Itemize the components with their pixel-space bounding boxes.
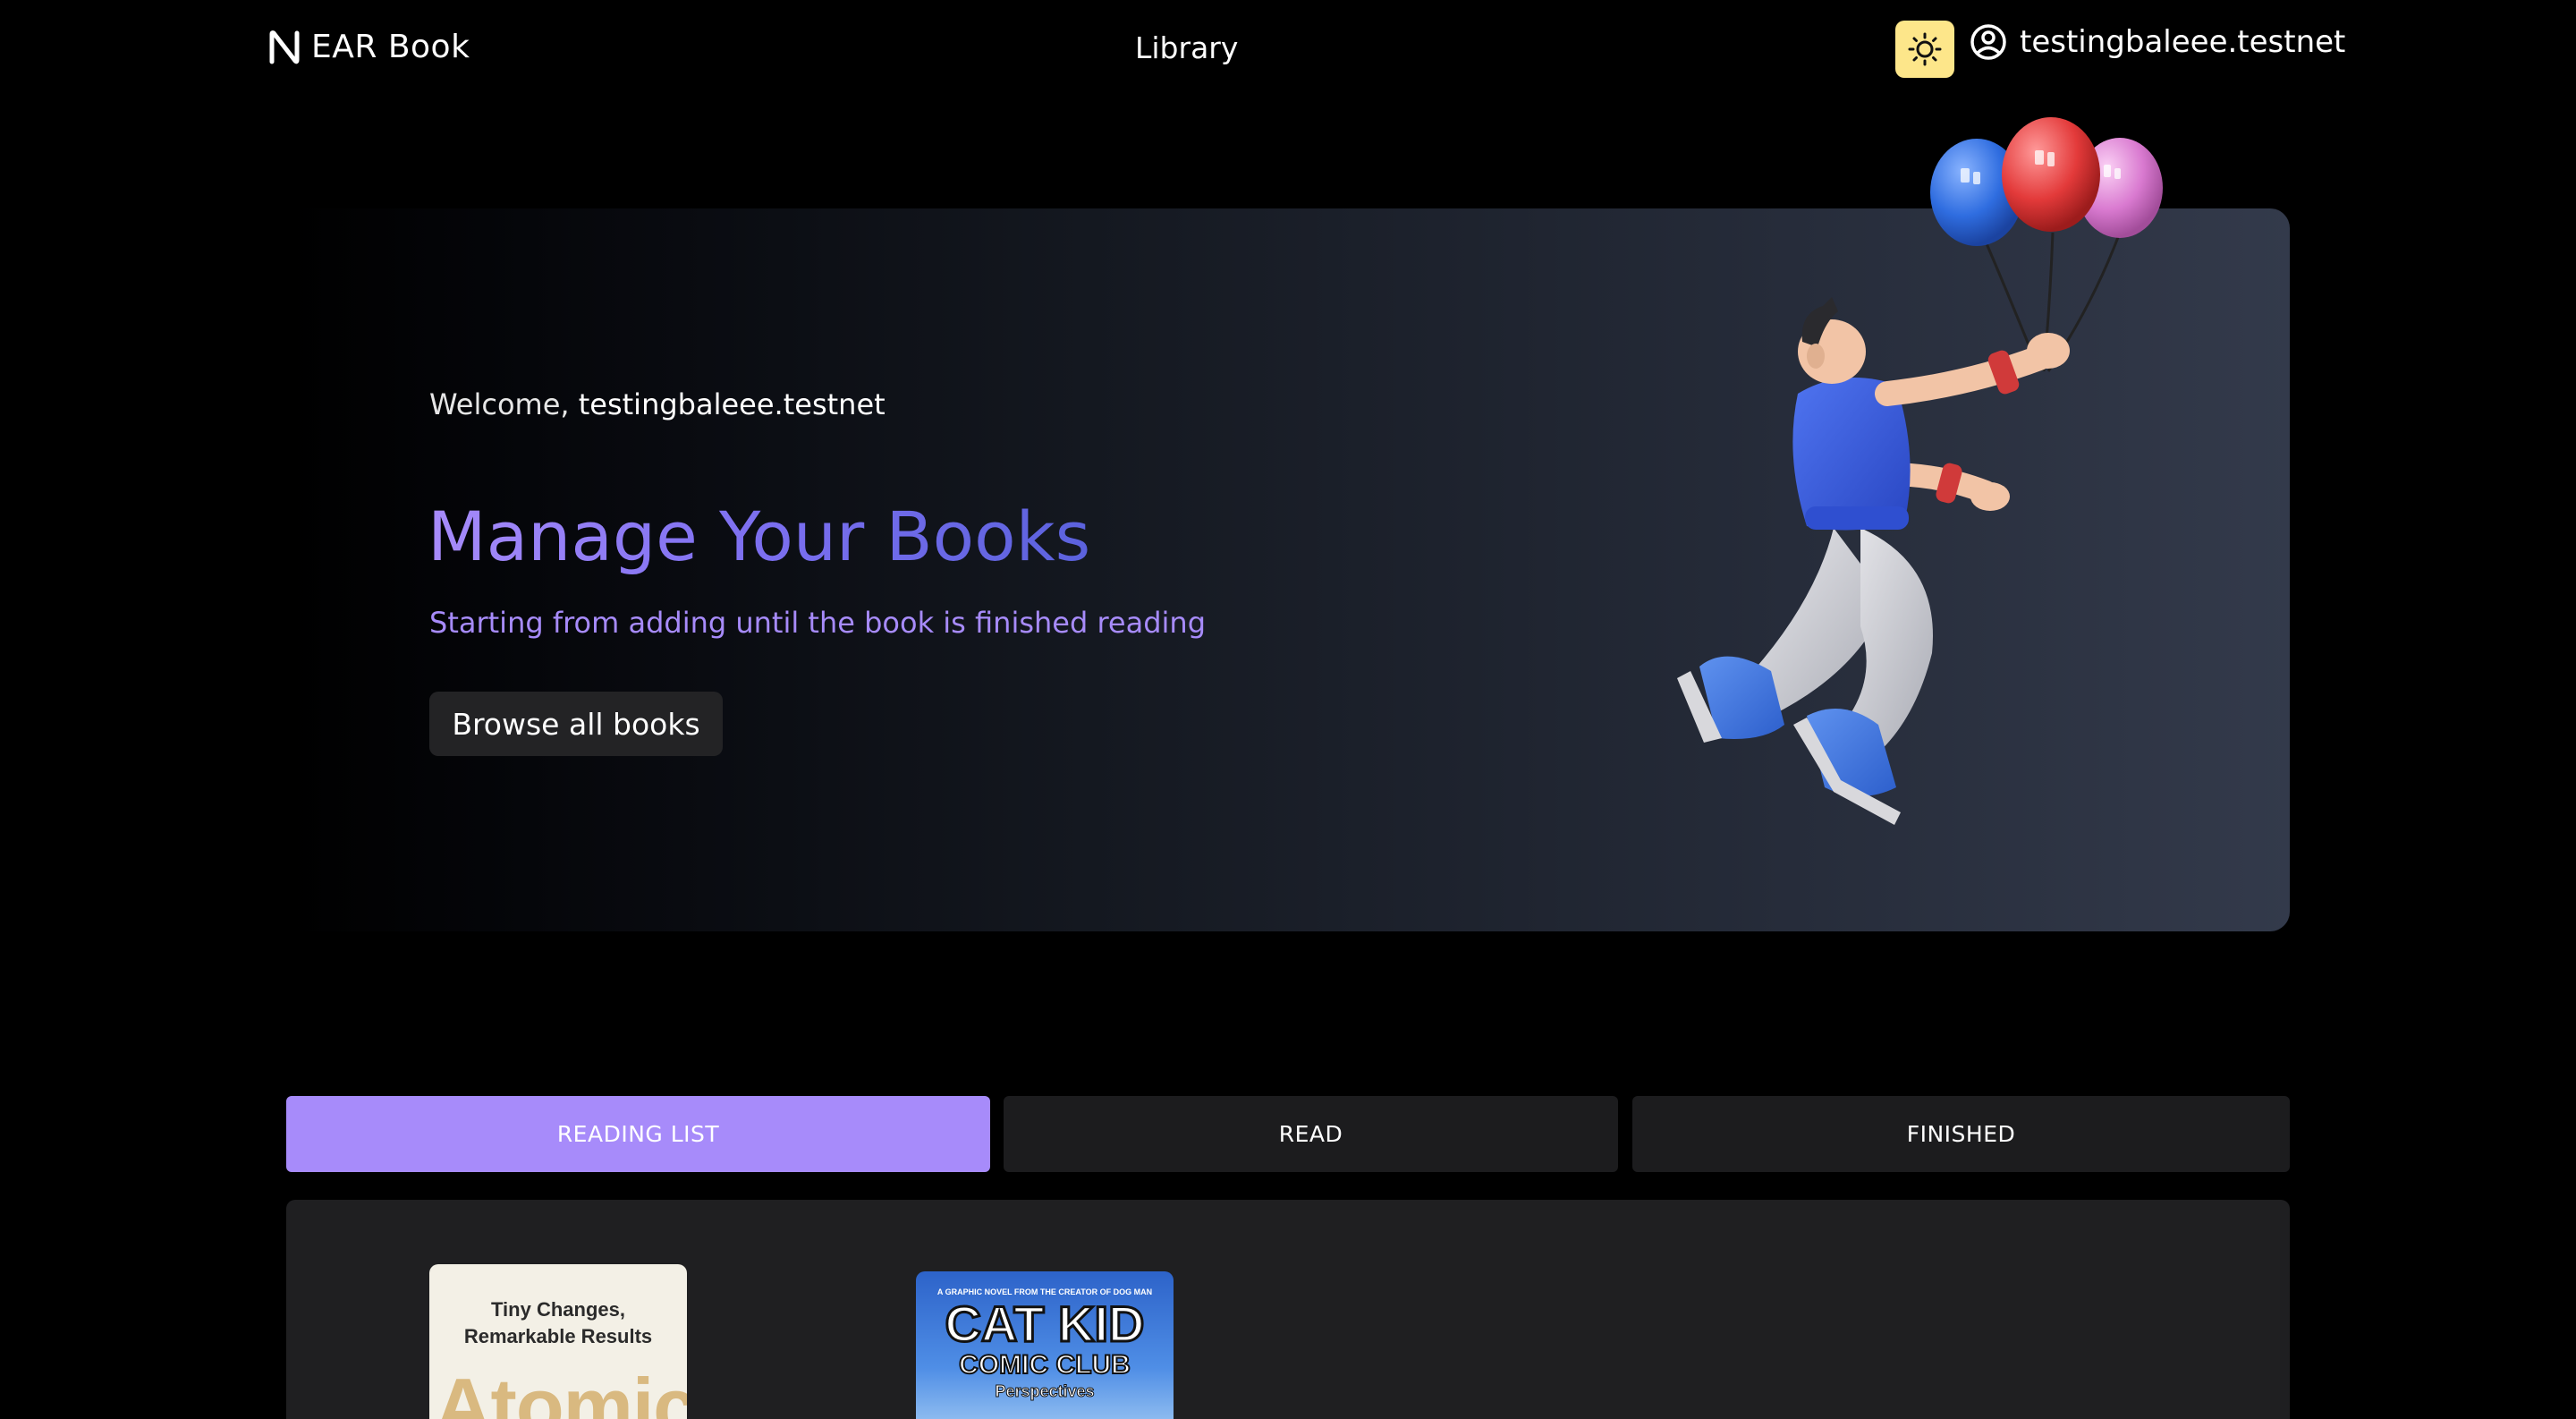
tab-finished[interactable]: FINISHED xyxy=(1632,1096,2290,1172)
book-card[interactable]: A GRAPHIC NOVEL FROM THE CREATOR OF DOG … xyxy=(916,1271,1174,1419)
near-logo-icon xyxy=(269,30,300,64)
tab-reading-list[interactable]: READING LIST xyxy=(286,1096,990,1172)
user-account[interactable]: testingbaleee.testnet xyxy=(1970,23,2345,61)
book-cover-title: Atomic xyxy=(435,1362,687,1419)
welcome-message: Welcome, testingbaleee.testnet xyxy=(429,387,886,421)
page: EAR Book Library testingbaleee.testnet W… xyxy=(0,0,2576,1419)
book-cover-tagline-line: Tiny Changes, xyxy=(491,1298,625,1321)
tab-read[interactable]: READ xyxy=(1004,1096,1618,1172)
book-cover-tagline-line: Remarkable Results xyxy=(463,1325,653,1347)
hero-subtitle: Starting from adding until the book is f… xyxy=(429,606,1207,640)
welcome-username: testingbaleee.testnet xyxy=(578,387,886,421)
book-cover-series: Perspectives xyxy=(995,1382,1095,1401)
app-logo[interactable]: EAR Book xyxy=(268,29,470,65)
theme-toggle-button[interactable] xyxy=(1895,21,1954,78)
book-card[interactable]: Tiny Changes, Remarkable Results Atomic xyxy=(429,1264,687,1419)
hero-title: Manage Your Books xyxy=(428,497,1091,576)
app-name: EAR Book xyxy=(311,29,470,65)
book-cover-tagline: Tiny Changes, Remarkable Results xyxy=(429,1296,687,1350)
book-cover-title: CAT KID xyxy=(944,1296,1146,1352)
user-circle-icon xyxy=(1970,24,2006,60)
browse-all-books-button[interactable]: Browse all books xyxy=(429,692,723,756)
nav-library-link[interactable]: Library xyxy=(1135,30,1238,65)
username: testingbaleee.testnet xyxy=(2020,24,2346,60)
balloon-man-illustration xyxy=(1677,117,2163,825)
welcome-prefix: Welcome, xyxy=(429,387,579,421)
book-cover-subtitle: COMIC CLUB xyxy=(958,1349,1131,1381)
sun-icon xyxy=(1908,32,1942,66)
